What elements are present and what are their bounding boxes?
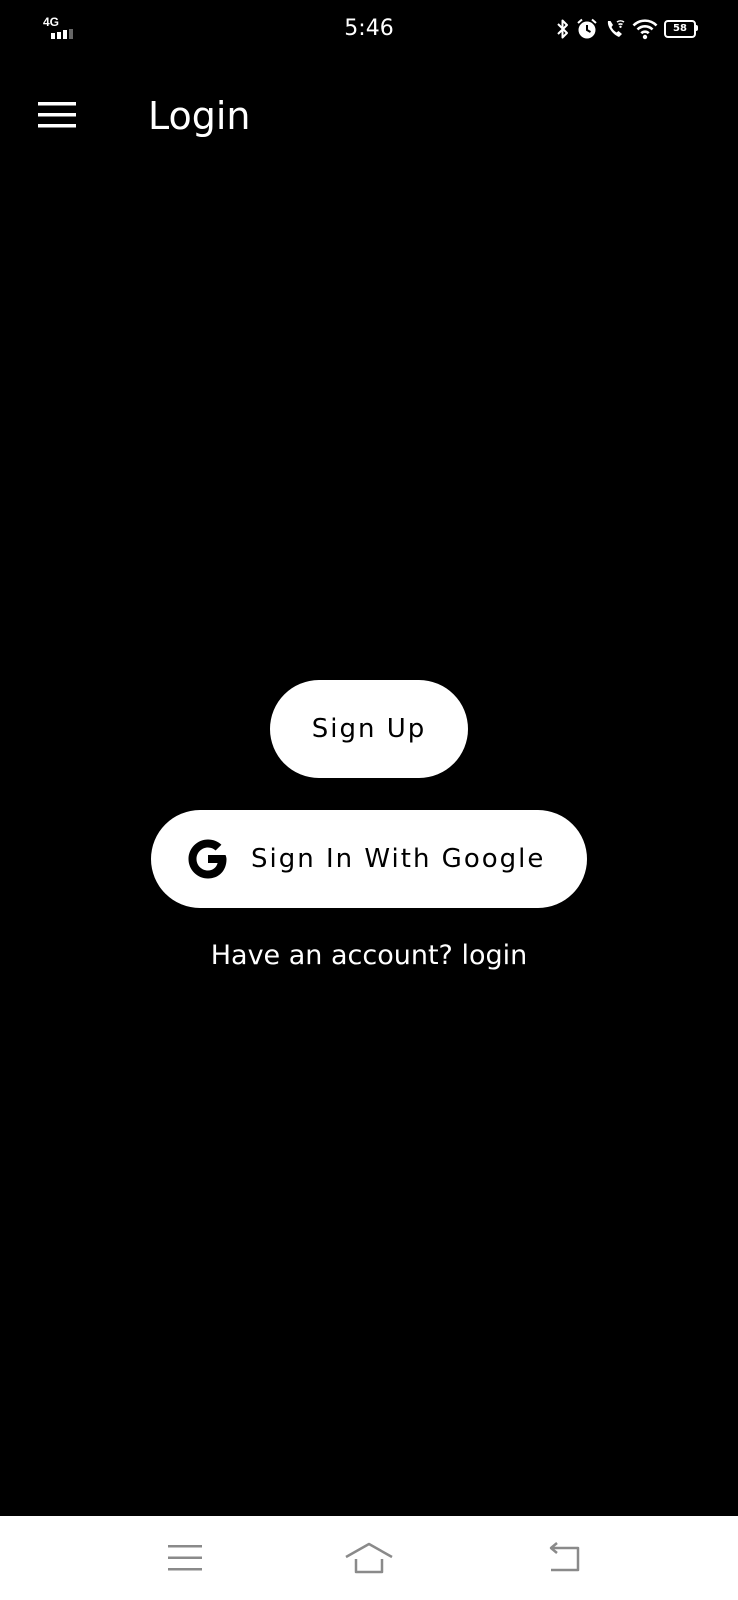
menu-button[interactable]	[28, 90, 86, 140]
home-button[interactable]	[339, 1538, 399, 1578]
battery-icon: 58	[664, 20, 698, 38]
alarm-icon	[577, 18, 597, 39]
google-icon	[183, 834, 233, 884]
recent-apps-icon	[168, 1545, 202, 1571]
sign-up-button[interactable]: Sign Up	[270, 680, 468, 778]
recent-apps-button[interactable]	[155, 1538, 215, 1578]
home-icon	[345, 1542, 393, 1574]
status-bar: 4G 5:46 58	[0, 0, 738, 60]
page-title: Login	[148, 94, 251, 138]
system-nav-bar	[0, 1516, 738, 1600]
battery-level: 58	[673, 23, 687, 34]
google-sign-in-button[interactable]: Sign In With Google	[151, 810, 587, 908]
sign-up-label: Sign Up	[311, 714, 427, 744]
status-icons: 58	[556, 16, 698, 42]
wifi-calling-icon	[607, 20, 625, 37]
login-screen: 4G 5:46 58 Login Sign Up Sign In With Go…	[0, 0, 738, 1600]
google-sign-in-label: Sign In With Google	[251, 844, 546, 874]
back-icon	[549, 1542, 580, 1572]
hamburger-menu-icon	[38, 102, 76, 128]
bluetooth-icon	[557, 19, 568, 39]
wifi-icon	[632, 19, 658, 40]
login-link[interactable]: Have an account? login	[0, 940, 738, 971]
back-button[interactable]	[534, 1538, 594, 1578]
